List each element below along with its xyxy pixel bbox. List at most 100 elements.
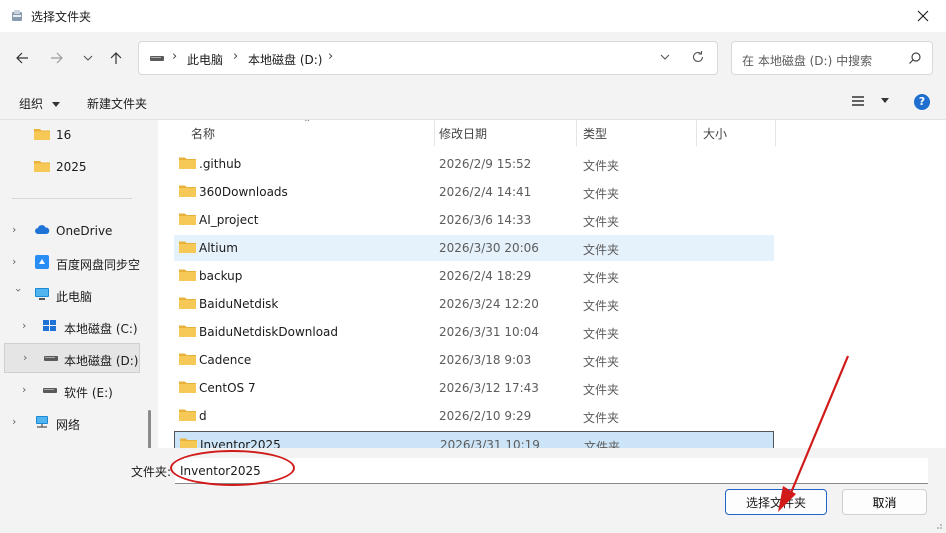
close-button[interactable] (900, 0, 946, 32)
sidebar-divider (12, 198, 132, 199)
address-bar[interactable]: › 此电脑 › 本地磁盘 (D:) › (138, 41, 718, 75)
file-row[interactable]: BaiduNetdisk 2026/3/24 12:20 文件夹 (174, 291, 774, 317)
column-divider[interactable] (576, 120, 577, 146)
file-row[interactable]: d 2026/2/10 9:29 文件夹 (174, 403, 774, 429)
address-dropdown-icon[interactable] (659, 51, 671, 63)
folder-icon (179, 241, 196, 253)
sidebar-item-label: 此电脑 (56, 290, 93, 304)
sidebar-item-network[interactable]: › 网络 (0, 408, 146, 438)
recent-locations-button[interactable] (76, 46, 100, 70)
file-type: 文件夹 (583, 271, 620, 285)
folder-icon (179, 325, 196, 337)
file-name: backup (199, 269, 243, 283)
sidebar-item-2025[interactable]: 2025 (0, 152, 146, 182)
organize-menu[interactable]: 组织 (19, 95, 60, 112)
list-view-icon (852, 96, 864, 106)
view-options-button[interactable] (851, 95, 889, 110)
breadcrumb-this-pc[interactable]: 此电脑 (187, 51, 223, 68)
sidebar-scrollbar[interactable] (148, 410, 151, 448)
refresh-icon[interactable] (691, 50, 705, 64)
app-icon (12, 10, 22, 21)
file-row[interactable]: AI_project 2026/3/6 14:33 文件夹 (174, 207, 774, 233)
column-header-type[interactable]: 类型 (583, 125, 607, 142)
sidebar-item-label: 网络 (56, 418, 81, 432)
new-folder-button[interactable]: 新建文件夹 (87, 95, 147, 112)
file-date: 2026/2/4 18:29 (439, 269, 532, 283)
column-header-modified[interactable]: 修改日期 (439, 125, 487, 142)
file-row[interactable]: .github 2026/2/9 15:52 文件夹 (174, 151, 774, 177)
file-row[interactable]: 360Downloads 2026/2/4 14:41 文件夹 (174, 179, 774, 205)
sidebar-item-this-pc[interactable]: › 此电脑 (0, 280, 146, 310)
back-button[interactable] (10, 46, 34, 70)
sidebar-item-onedrive[interactable]: › OneDrive (0, 216, 146, 246)
sidebar-item-label: 本地磁盘 (D:) (64, 354, 139, 368)
column-divider[interactable] (434, 120, 435, 146)
file-date: 2026/3/30 20:06 (439, 241, 539, 255)
chevron-right-icon[interactable]: › (12, 416, 24, 428)
sidebar-item-drive-e[interactable]: › 软件 (E:) (0, 376, 146, 406)
file-type: 文件夹 (583, 327, 620, 341)
sidebar-item-baidu-sync[interactable]: › 百度网盘同步空 (0, 248, 146, 278)
file-row[interactable]: backup 2026/2/4 18:29 文件夹 (174, 263, 774, 289)
computer-icon (35, 288, 49, 300)
folder-field-label: 文件夹: (131, 465, 172, 479)
cloud-icon (35, 225, 50, 234)
file-type: 文件夹 (584, 440, 621, 448)
column-header-name[interactable]: 名称 (191, 125, 215, 142)
sort-ascending-icon: ⌃ (303, 120, 312, 129)
sidebar-item-drive-c[interactable]: › 本地磁盘 (C:) (0, 312, 146, 342)
sidebar-item-label: 2025 (56, 160, 87, 174)
file-name: BaiduNetdiskDownload (199, 325, 339, 339)
file-name: Inventor2025 (200, 438, 281, 448)
baidu-icon (35, 255, 49, 269)
search-placeholder: 在 本地磁盘 (D:) 中搜索 (742, 54, 873, 68)
breadcrumb-drive-d[interactable]: 本地磁盘 (D:) (248, 51, 322, 68)
chevron-right-icon[interactable]: › (12, 224, 24, 236)
sidebar-item-16[interactable]: 16 (0, 120, 146, 150)
folder-icon (34, 129, 50, 140)
sidebar-item-label: 软件 (E:) (64, 386, 113, 400)
column-divider[interactable] (696, 120, 697, 146)
folder-icon (179, 269, 196, 281)
chevron-down-icon[interactable]: › (12, 288, 25, 300)
chevron-right-icon[interactable]: › (12, 256, 24, 268)
chevron-right-icon[interactable]: › (22, 320, 34, 332)
organize-label: 组织 (19, 97, 44, 111)
file-name: AI_project (199, 213, 259, 227)
arrow-left-icon (16, 52, 28, 64)
window-title: 选择文件夹 (31, 10, 92, 24)
select-folder-button[interactable]: 选择文件夹 (725, 489, 827, 515)
file-date: 2026/3/18 9:03 (439, 353, 532, 367)
file-row[interactable]: BaiduNetdiskDownload 2026/3/31 10:04 文件夹 (174, 319, 774, 345)
file-date: 2026/3/31 10:19 (440, 438, 540, 448)
file-list: ⌃ 名称 修改日期 类型 大小 .github 2026/2/9 15:52 文件夹… (158, 120, 946, 448)
breadcrumb-chevron-icon: › (328, 49, 334, 64)
help-button[interactable]: ? (914, 94, 930, 110)
up-button[interactable] (104, 46, 128, 70)
drive-icon (44, 356, 58, 361)
resize-grip-icon[interactable] (933, 520, 943, 530)
forward-button[interactable] (45, 46, 69, 70)
file-type: 文件夹 (583, 299, 620, 313)
chevron-right-icon[interactable]: › (23, 352, 35, 364)
folder-name-input[interactable] (175, 458, 928, 484)
file-row[interactable]: CentOS 7 2026/3/12 17:43 文件夹 (174, 375, 774, 401)
file-type: 文件夹 (583, 411, 620, 425)
file-row[interactable]: Cadence 2026/3/18 9:03 文件夹 (174, 347, 774, 373)
windows-drive-icon (43, 320, 56, 331)
folder-icon (179, 185, 196, 197)
column-divider[interactable] (775, 120, 776, 146)
search-icon (909, 52, 921, 64)
file-row[interactable]: Inventor2025 2026/3/31 10:19 文件夹 (174, 431, 774, 448)
cancel-button[interactable]: 取消 (842, 489, 927, 515)
file-name: Cadence (199, 353, 252, 367)
caret-down-icon (51, 101, 60, 107)
file-name: .github (199, 157, 242, 171)
sidebar-item-drive-d[interactable]: › 本地磁盘 (D:) (4, 343, 140, 373)
drive-icon (150, 56, 164, 61)
search-box[interactable]: 在 本地磁盘 (D:) 中搜索 (731, 41, 933, 75)
chevron-right-icon[interactable]: › (22, 384, 34, 396)
column-header-size[interactable]: 大小 (703, 125, 727, 142)
file-row[interactable]: Altium 2026/3/30 20:06 文件夹 (174, 235, 774, 261)
sidebar-item-label: 百度网盘同步空 (56, 258, 141, 272)
